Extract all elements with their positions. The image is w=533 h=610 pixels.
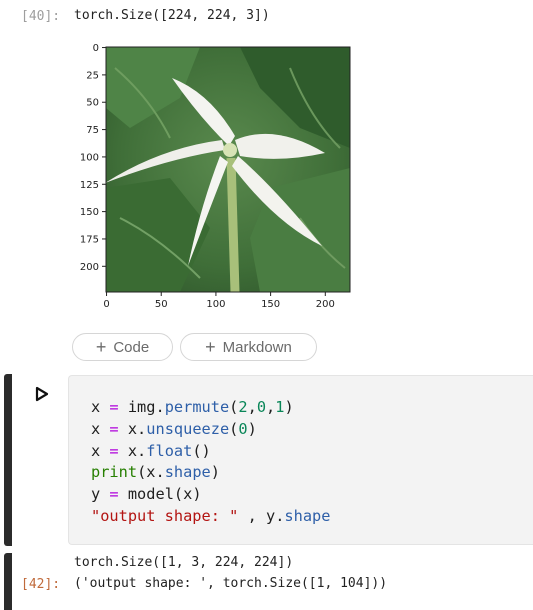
code-line[interactable]: x = img.permute(2,0,1) — [91, 397, 330, 419]
code-token: x. — [118, 419, 147, 438]
code-token: 0 — [238, 419, 248, 438]
code-line[interactable]: x = x.unsqueeze(0) — [91, 419, 330, 441]
y-tick-label: 50 — [86, 98, 99, 109]
code-token: x. — [118, 441, 147, 460]
code-line[interactable]: print(x.shape) — [91, 462, 330, 484]
code-token: () — [192, 441, 211, 460]
code-token: (x. — [137, 463, 165, 482]
code-token: = — [109, 398, 119, 416]
code-token: permute — [164, 398, 230, 416]
code-token: unsqueeze — [146, 419, 230, 438]
code-token: 2 — [238, 398, 248, 416]
add-code-label: Code — [113, 338, 150, 356]
code-token: "output shape: " — [91, 506, 239, 525]
x-tick-label: 0 — [103, 299, 109, 310]
printed-output: torch.Size([1, 3, 224, 224]) — [74, 555, 294, 570]
execution-count-40: [40]: — [21, 9, 61, 24]
y-tick-label: 0 — [93, 43, 99, 54]
x-tick-label: 200 — [316, 299, 335, 310]
code-token: float — [146, 441, 193, 460]
code-token: ( — [229, 398, 239, 416]
code-text[interactable]: x = img.permute(2,0,1) x = x.unsqueeze(0)… — [91, 397, 330, 528]
code-token: x — [91, 398, 110, 416]
code-token: print — [91, 463, 138, 482]
y-tick-label: 175 — [80, 234, 99, 245]
y-tick-label: 150 — [80, 207, 99, 218]
y-tick-label: 75 — [86, 125, 99, 136]
y-axis: 0 25 50 75 100 125 150 175 200 — [80, 43, 106, 273]
cell-focus-indicator — [4, 374, 12, 546]
code-token: = — [109, 419, 119, 438]
x-axis: 0 50 100 150 200 — [103, 292, 335, 310]
output-focus-indicator — [4, 553, 12, 610]
y-tick-label: 25 — [86, 70, 99, 81]
cell-output-text: torch.Size([224, 224, 3]) — [74, 8, 270, 23]
code-token: y — [91, 485, 110, 504]
code-line[interactable]: "output shape: " , y.shape — [91, 506, 330, 528]
flower-photo — [106, 47, 350, 292]
x-tick-label: 100 — [206, 299, 225, 310]
code-token: ) — [210, 463, 220, 482]
execution-count-42: [42]: — [21, 577, 61, 592]
plus-icon: + — [205, 337, 216, 357]
result-output: ('output shape: ', torch.Size([1, 104])) — [74, 576, 388, 591]
image-plot: 0 25 50 75 100 125 150 175 200 0 50 100 150 200 — [80, 43, 351, 310]
code-token: = — [109, 485, 119, 504]
code-token: x — [91, 441, 110, 460]
code-token: , — [247, 398, 257, 416]
code-token: , — [266, 398, 276, 416]
code-token: , y. — [238, 506, 285, 525]
add-markdown-label: Markdown — [222, 338, 292, 356]
code-token: img. — [118, 398, 165, 416]
code-line[interactable]: y = model(x) — [91, 484, 330, 506]
code-token: shape — [284, 506, 331, 525]
code-line[interactable]: x = x.float() — [91, 441, 330, 463]
y-tick-label: 100 — [80, 152, 99, 163]
code-token: 0 — [256, 398, 267, 416]
y-tick-label: 200 — [80, 262, 99, 273]
code-token: ) — [247, 419, 257, 438]
x-tick-label: 50 — [155, 299, 168, 310]
add-markdown-button[interactable]: + Markdown — [180, 333, 317, 361]
play-icon[interactable] — [35, 386, 49, 402]
y-tick-label: 125 — [80, 180, 99, 191]
code-token: x — [91, 419, 110, 438]
plus-icon: + — [95, 337, 107, 357]
code-token: shape — [164, 463, 211, 482]
notebook-page: [40]: torch.Size([224, 224, 3]) 0 25 50 … — [0, 0, 533, 610]
add-code-button[interactable]: + Code — [72, 333, 173, 361]
code-token: ( — [229, 419, 239, 438]
code-token: ) — [284, 398, 294, 416]
x-tick-label: 150 — [261, 299, 280, 310]
code-token: model(x) — [118, 485, 202, 504]
code-token: = — [109, 441, 119, 460]
